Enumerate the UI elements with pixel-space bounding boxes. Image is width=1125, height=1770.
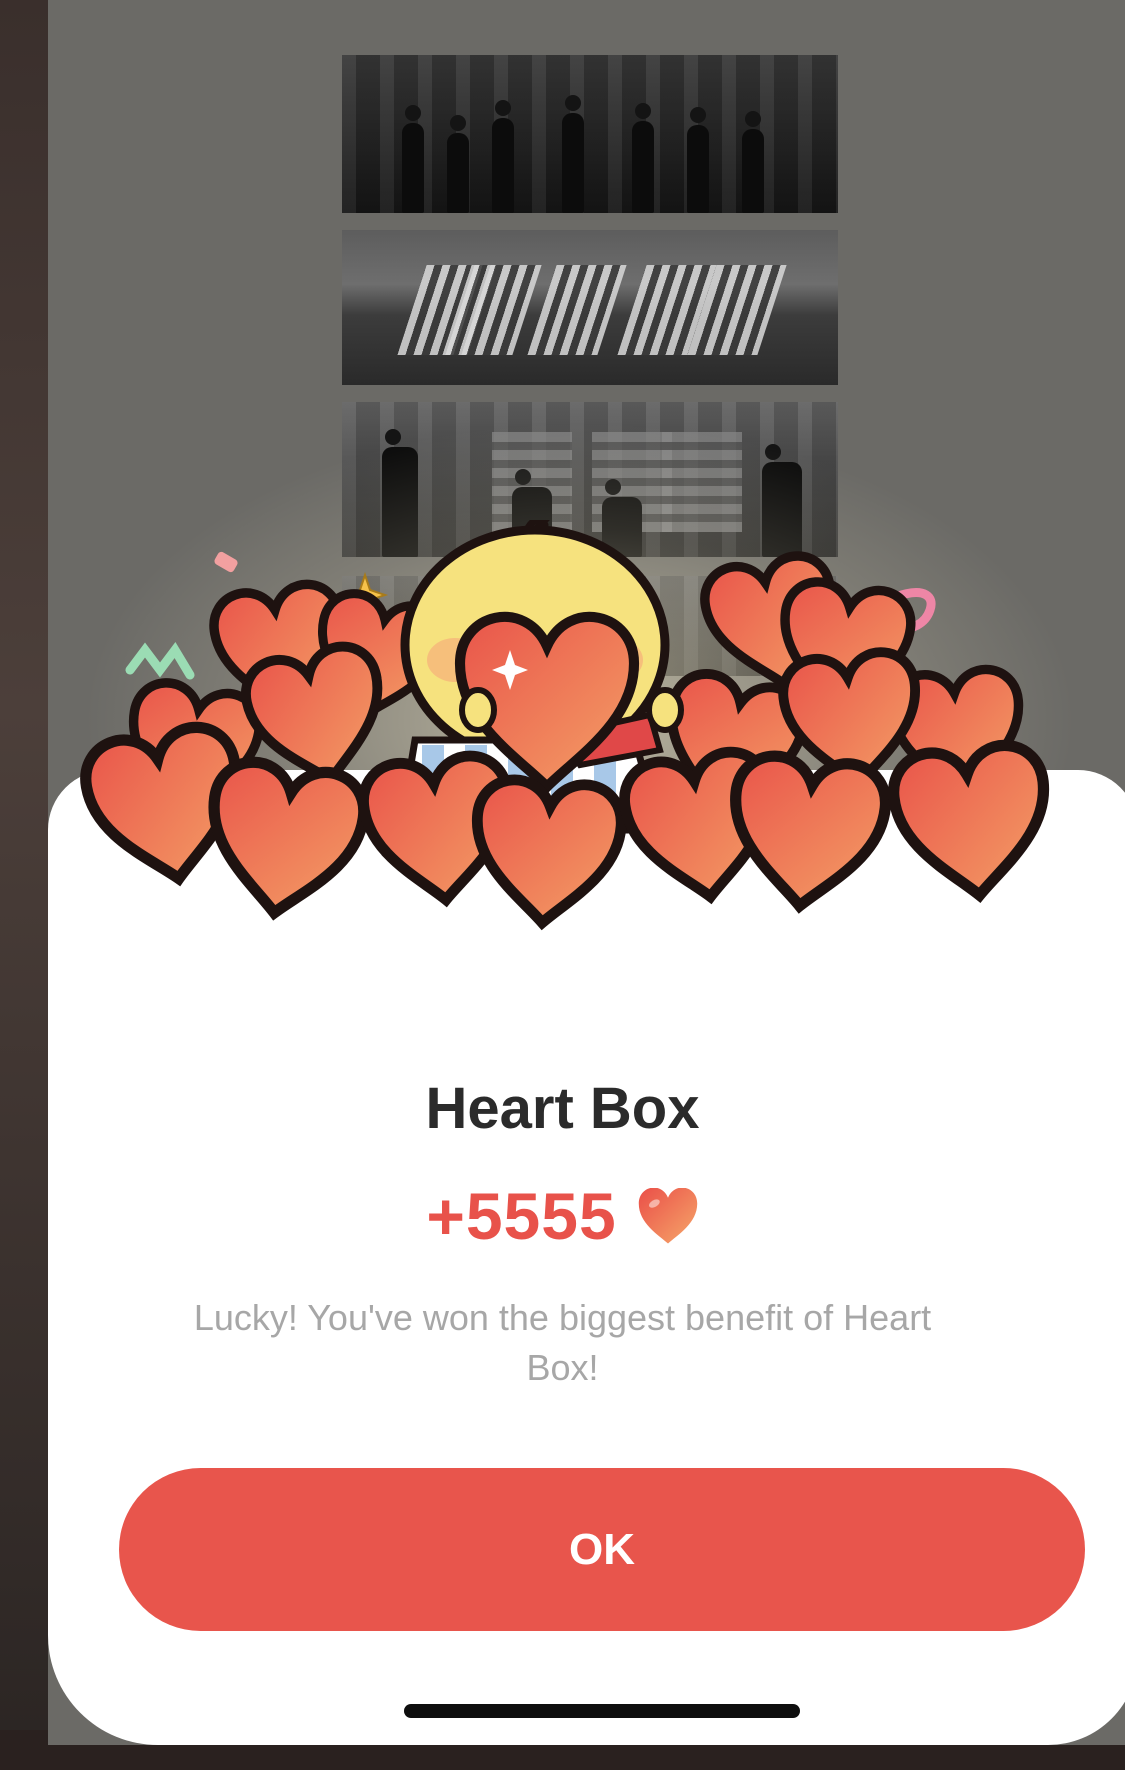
ok-button[interactable]: OK (119, 1468, 1085, 1631)
heart-icon (638, 1188, 697, 1244)
photo-beach-chairs (342, 230, 838, 385)
reward-amount-row: +5555 (0, 1178, 1125, 1254)
reward-message: Lucky! You've won the biggest benefit of… (193, 1297, 932, 1388)
reward-amount: +5555 (426, 1179, 617, 1253)
modal-title: Heart Box (425, 1076, 700, 1141)
background-left-edge (0, 0, 52, 1770)
heart-box-illustration (60, 520, 1125, 1020)
home-indicator[interactable] (404, 1704, 800, 1718)
photo-dance-practice (342, 55, 838, 213)
